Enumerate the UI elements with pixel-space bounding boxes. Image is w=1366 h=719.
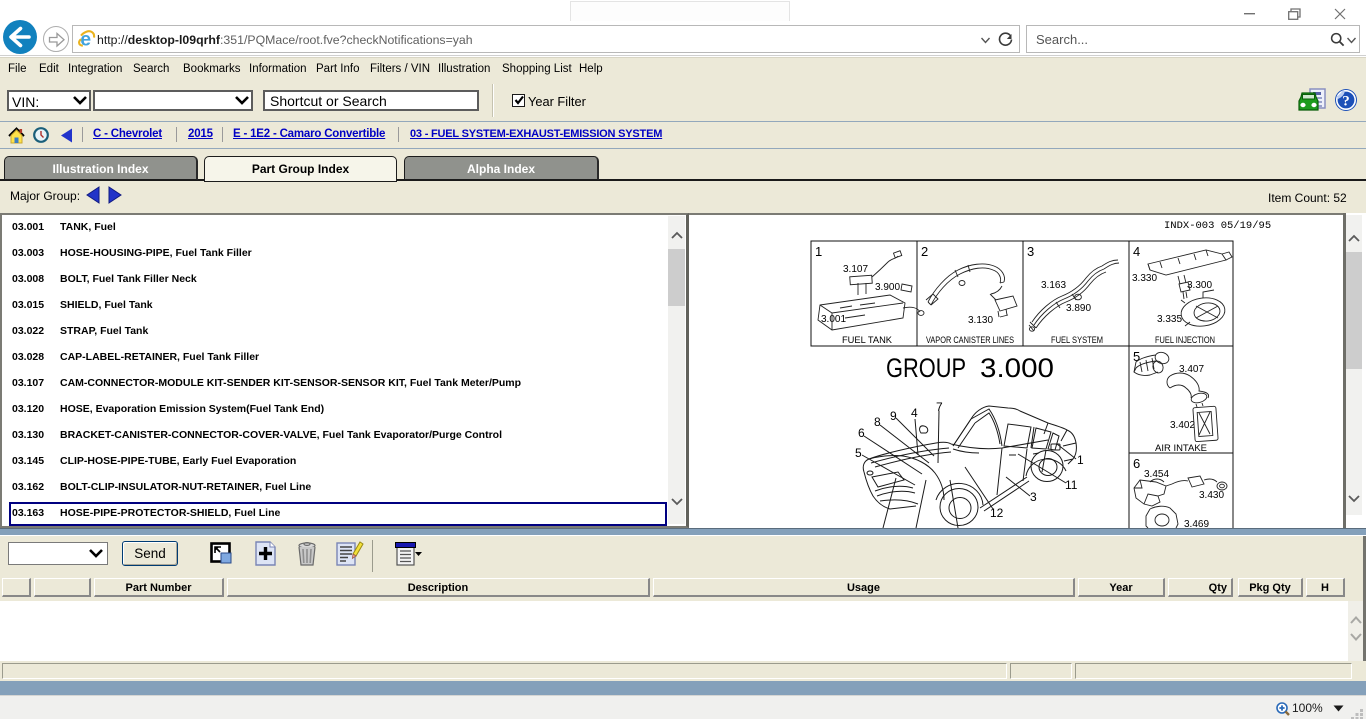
svg-text:4: 4 — [911, 406, 918, 420]
svg-text:3.335: 3.335 — [1157, 314, 1182, 325]
svg-text:11: 11 — [1065, 478, 1078, 492]
svg-text:INDX-003 05/19/95: INDX-003 05/19/95 — [1164, 220, 1271, 232]
svg-text:FUEL INJECTION: FUEL INJECTION — [1155, 335, 1215, 346]
svg-text:6: 6 — [1133, 456, 1140, 471]
svg-text:8: 8 — [874, 415, 881, 429]
svg-text:1: 1 — [815, 244, 822, 259]
svg-text:3.001: 3.001 — [821, 314, 846, 325]
svg-text:12: 12 — [990, 506, 1004, 520]
svg-text:9: 9 — [890, 409, 897, 423]
svg-text:6: 6 — [858, 426, 865, 440]
svg-text:3.430: 3.430 — [1199, 490, 1224, 501]
svg-text:3.402: 3.402 — [1170, 420, 1195, 431]
svg-text:FUEL SYSTEM: FUEL SYSTEM — [1051, 335, 1103, 346]
svg-text:3.330: 3.330 — [1132, 273, 1157, 284]
svg-text:3.000: 3.000 — [980, 353, 1054, 383]
svg-text:3.107: 3.107 — [843, 264, 868, 275]
svg-text:5: 5 — [855, 446, 862, 460]
svg-text:3: 3 — [1030, 490, 1037, 504]
svg-text:3.900: 3.900 — [875, 282, 900, 293]
svg-text:3.300: 3.300 — [1187, 280, 1212, 291]
svg-text:4: 4 — [1133, 244, 1140, 259]
svg-text:3.454: 3.454 — [1144, 469, 1169, 480]
svg-text:3.890: 3.890 — [1066, 303, 1091, 314]
svg-text:7: 7 — [936, 400, 943, 414]
svg-text:VAPOR CANISTER LINES: VAPOR CANISTER LINES — [926, 335, 1014, 346]
svg-text:3.163: 3.163 — [1041, 280, 1066, 291]
svg-text:?: ? — [1342, 94, 1350, 110]
svg-text:1: 1 — [1077, 453, 1084, 467]
svg-text:AIR INTAKE: AIR INTAKE — [1155, 443, 1207, 454]
svg-text:3.469: 3.469 — [1184, 519, 1209, 528]
svg-text:FUEL TANK: FUEL TANK — [842, 335, 893, 346]
svg-text:3.130: 3.130 — [968, 315, 993, 326]
svg-text:3: 3 — [1027, 244, 1034, 259]
svg-text:2: 2 — [921, 244, 928, 259]
svg-text:GROUP: GROUP — [886, 353, 966, 383]
